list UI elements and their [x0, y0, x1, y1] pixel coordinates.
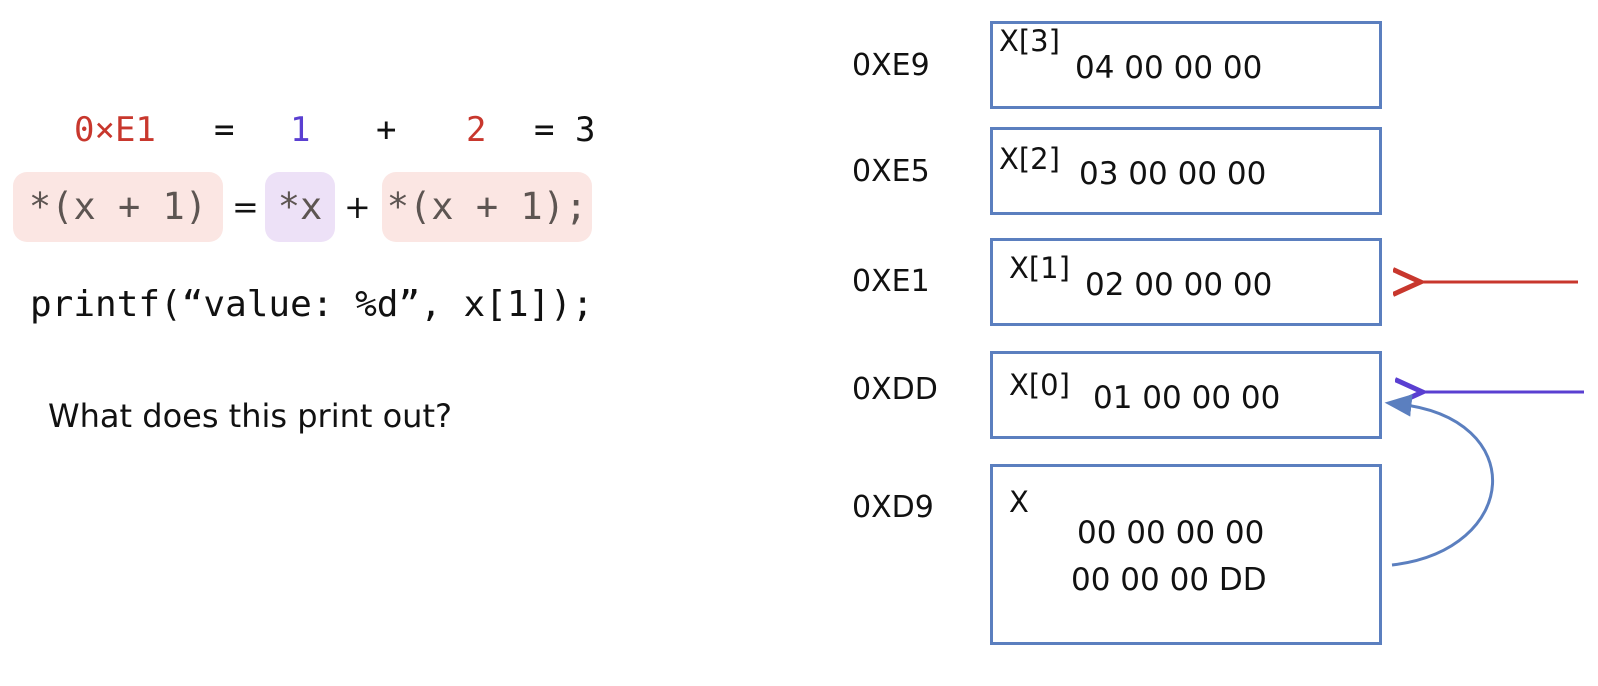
arrows-overlay: [1384, 0, 1584, 567]
pointer-curve-arrow: [1384, 394, 1494, 567]
